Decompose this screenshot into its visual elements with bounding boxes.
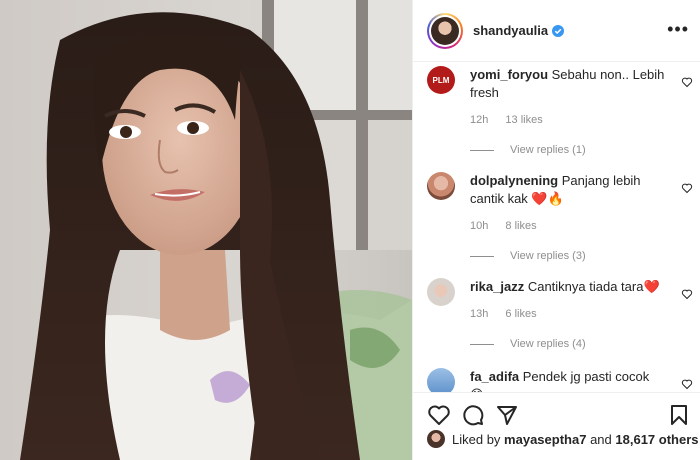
post-photo[interactable]: [0, 0, 412, 460]
more-icon[interactable]: •••: [667, 20, 689, 38]
comment-likes[interactable]: 13 likes: [505, 114, 542, 126]
replies-label: View replies (4): [510, 338, 586, 350]
comment-time: 10h: [470, 220, 489, 232]
heart-icon[interactable]: [681, 182, 693, 194]
comment-body: yomi_foryou Sebahu non.. Lebih fresh: [470, 66, 665, 102]
post-actions-bar: [413, 392, 700, 434]
avatar-logo-text: PLM: [432, 75, 450, 85]
author-avatar[interactable]: [427, 12, 463, 49]
comment-item: PLM yomi_foryou Sebahu non.. Lebih fresh…: [427, 66, 693, 156]
heart-icon[interactable]: [681, 76, 693, 88]
comment-likes[interactable]: 6 likes: [505, 308, 536, 320]
comment-username[interactable]: yomi_foryou: [470, 67, 548, 82]
comment-meta: 13h 6 likes: [470, 308, 551, 320]
comment-body: fa_adifa Pendek jg pasti cocok 😊: [470, 368, 665, 392]
comment-likes[interactable]: 8 likes: [505, 220, 536, 232]
view-replies-button[interactable]: View replies (1): [470, 144, 586, 156]
comment-time: 12h: [470, 114, 489, 126]
portrait-image: [0, 0, 412, 460]
verified-icon: [552, 24, 565, 37]
comment-username[interactable]: dolpalynening: [470, 173, 558, 188]
comment-body: dolpalynening Panjang lebih cantik kak ❤…: [470, 172, 665, 208]
post-header: shandyaulia •••: [413, 0, 700, 62]
replies-label: View replies (1): [510, 144, 586, 156]
view-replies-button[interactable]: View replies (4): [470, 338, 586, 350]
liked-by-and: and: [590, 431, 612, 447]
liked-by-prefix: Liked by: [452, 431, 501, 447]
post-side-panel: shandyaulia ••• PLM yomi_foryou Sebahu n…: [412, 0, 700, 460]
commenter-avatar[interactable]: [427, 172, 455, 200]
replies-label: View replies (3): [510, 250, 586, 262]
bookmark-icon[interactable]: [667, 403, 691, 427]
comment-icon[interactable]: [461, 403, 485, 427]
comment-username[interactable]: fa_adifa: [470, 369, 519, 384]
replies-divider: [470, 255, 494, 257]
commenter-avatar[interactable]: [427, 368, 455, 392]
liked-by-summary[interactable]: Liked by mayaseptha7 and 18,617 others: [427, 430, 699, 448]
liker-avatar[interactable]: [427, 430, 445, 448]
author-username[interactable]: shandyaulia: [473, 23, 548, 38]
comment-time: 13h: [470, 308, 489, 320]
comment-username[interactable]: rika_jazz: [470, 279, 524, 294]
comment-meta: 12h 13 likes: [470, 114, 557, 126]
replies-divider: [470, 149, 494, 151]
commenter-avatar[interactable]: [427, 278, 455, 306]
view-replies-button[interactable]: View replies (3): [470, 250, 586, 262]
heart-icon[interactable]: [681, 378, 693, 390]
heart-icon[interactable]: [681, 288, 693, 300]
liked-by-others[interactable]: 18,617 others: [615, 432, 698, 447]
replies-divider: [470, 343, 494, 345]
comment-item: fa_adifa Pendek jg pasti cocok 😊: [427, 368, 693, 392]
comments-list[interactable]: PLM yomi_foryou Sebahu non.. Lebih fresh…: [413, 62, 700, 392]
commenter-avatar[interactable]: PLM: [427, 66, 455, 94]
comment-body: rika_jazz Cantiknya tiada tara❤️: [470, 278, 665, 296]
comment-item: dolpalynening Panjang lebih cantik kak ❤…: [427, 172, 693, 262]
heart-icon[interactable]: [427, 403, 451, 427]
comment-item: rika_jazz Cantiknya tiada tara❤️ 13h 6 l…: [427, 278, 693, 368]
comment-meta: 10h 8 likes: [470, 220, 551, 232]
share-icon[interactable]: [495, 403, 519, 427]
liked-by-user[interactable]: mayaseptha7: [504, 432, 586, 447]
comment-text: Cantiknya tiada tara❤️: [527, 279, 660, 294]
